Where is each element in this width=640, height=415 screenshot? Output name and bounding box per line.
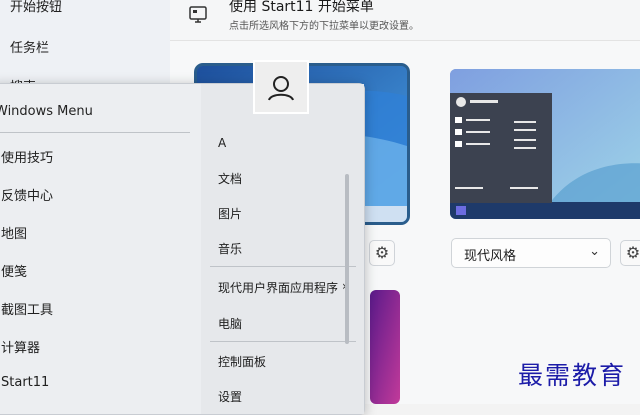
menu-item-control-panel[interactable]: 控制面板 bbox=[218, 353, 266, 370]
app-list-item[interactable]: 便笺 bbox=[1, 261, 27, 280]
menu-item-user[interactable]: A bbox=[218, 136, 226, 150]
style-preview-image bbox=[370, 290, 400, 404]
section-header: 使用 Start11 开始菜单 点击所选风格下方的下拉菜单以更改设置。 bbox=[170, 0, 640, 41]
app-list-item[interactable]: Start11 bbox=[1, 375, 49, 390]
gear-icon: ⚙ bbox=[625, 243, 640, 262]
page-title: 使用 Start11 开始菜单 bbox=[229, 0, 374, 15]
style-settings-button[interactable]: ⚙ bbox=[620, 240, 640, 266]
style-card-modern[interactable] bbox=[450, 69, 640, 219]
style-preview-image bbox=[450, 69, 640, 219]
gear-icon: ⚙ bbox=[374, 243, 390, 262]
app-list-item[interactable]: 计算器 bbox=[1, 337, 40, 356]
menu-item-pictures[interactable]: 图片 bbox=[218, 205, 242, 222]
app-list-item[interactable]: 截图工具 bbox=[1, 299, 53, 318]
start-menu-popup: Windows Menu 使用技巧 反馈中心 地图 便笺 截图工具 计算器 St… bbox=[0, 83, 365, 415]
avatar[interactable] bbox=[253, 60, 309, 114]
menu-item-settings[interactable]: 设置 bbox=[218, 388, 242, 405]
divider bbox=[0, 132, 190, 133]
monitor-icon bbox=[189, 6, 207, 23]
menu-item-documents[interactable]: 文档 bbox=[218, 170, 242, 187]
chevron-down-icon: ⌄ bbox=[589, 244, 600, 259]
style-dropdown-value: 现代风格 bbox=[464, 249, 517, 264]
app-list-item[interactable]: 使用技巧 bbox=[1, 147, 53, 166]
menu-item-modern-apps[interactable]: 现代用户界面应用程序 bbox=[218, 279, 338, 296]
app-list-item[interactable]: 反馈中心 bbox=[1, 185, 53, 204]
start-menu-title: Windows Menu bbox=[0, 104, 93, 119]
user-icon bbox=[268, 76, 294, 101]
divider bbox=[210, 341, 356, 342]
scrollbar[interactable] bbox=[345, 174, 349, 344]
watermark-text: 最需教育 bbox=[518, 361, 627, 390]
style-dropdown[interactable]: 现代风格 ⌄ bbox=[451, 238, 611, 268]
menu-item-music[interactable]: 音乐 bbox=[218, 240, 242, 257]
menu-item-computer[interactable]: 电脑 bbox=[218, 315, 242, 332]
sidebar-item-taskbar[interactable]: 任务栏 bbox=[10, 37, 49, 56]
app-list-item[interactable]: 地图 bbox=[1, 223, 27, 242]
sidebar-item-start-button[interactable]: 开始按钮 bbox=[10, 0, 62, 15]
style-card-other[interactable] bbox=[370, 290, 400, 404]
divider bbox=[210, 266, 356, 267]
style-settings-button[interactable]: ⚙ bbox=[369, 240, 395, 266]
page-subtitle: 点击所选风格下方的下拉菜单以更改设置。 bbox=[229, 21, 419, 32]
